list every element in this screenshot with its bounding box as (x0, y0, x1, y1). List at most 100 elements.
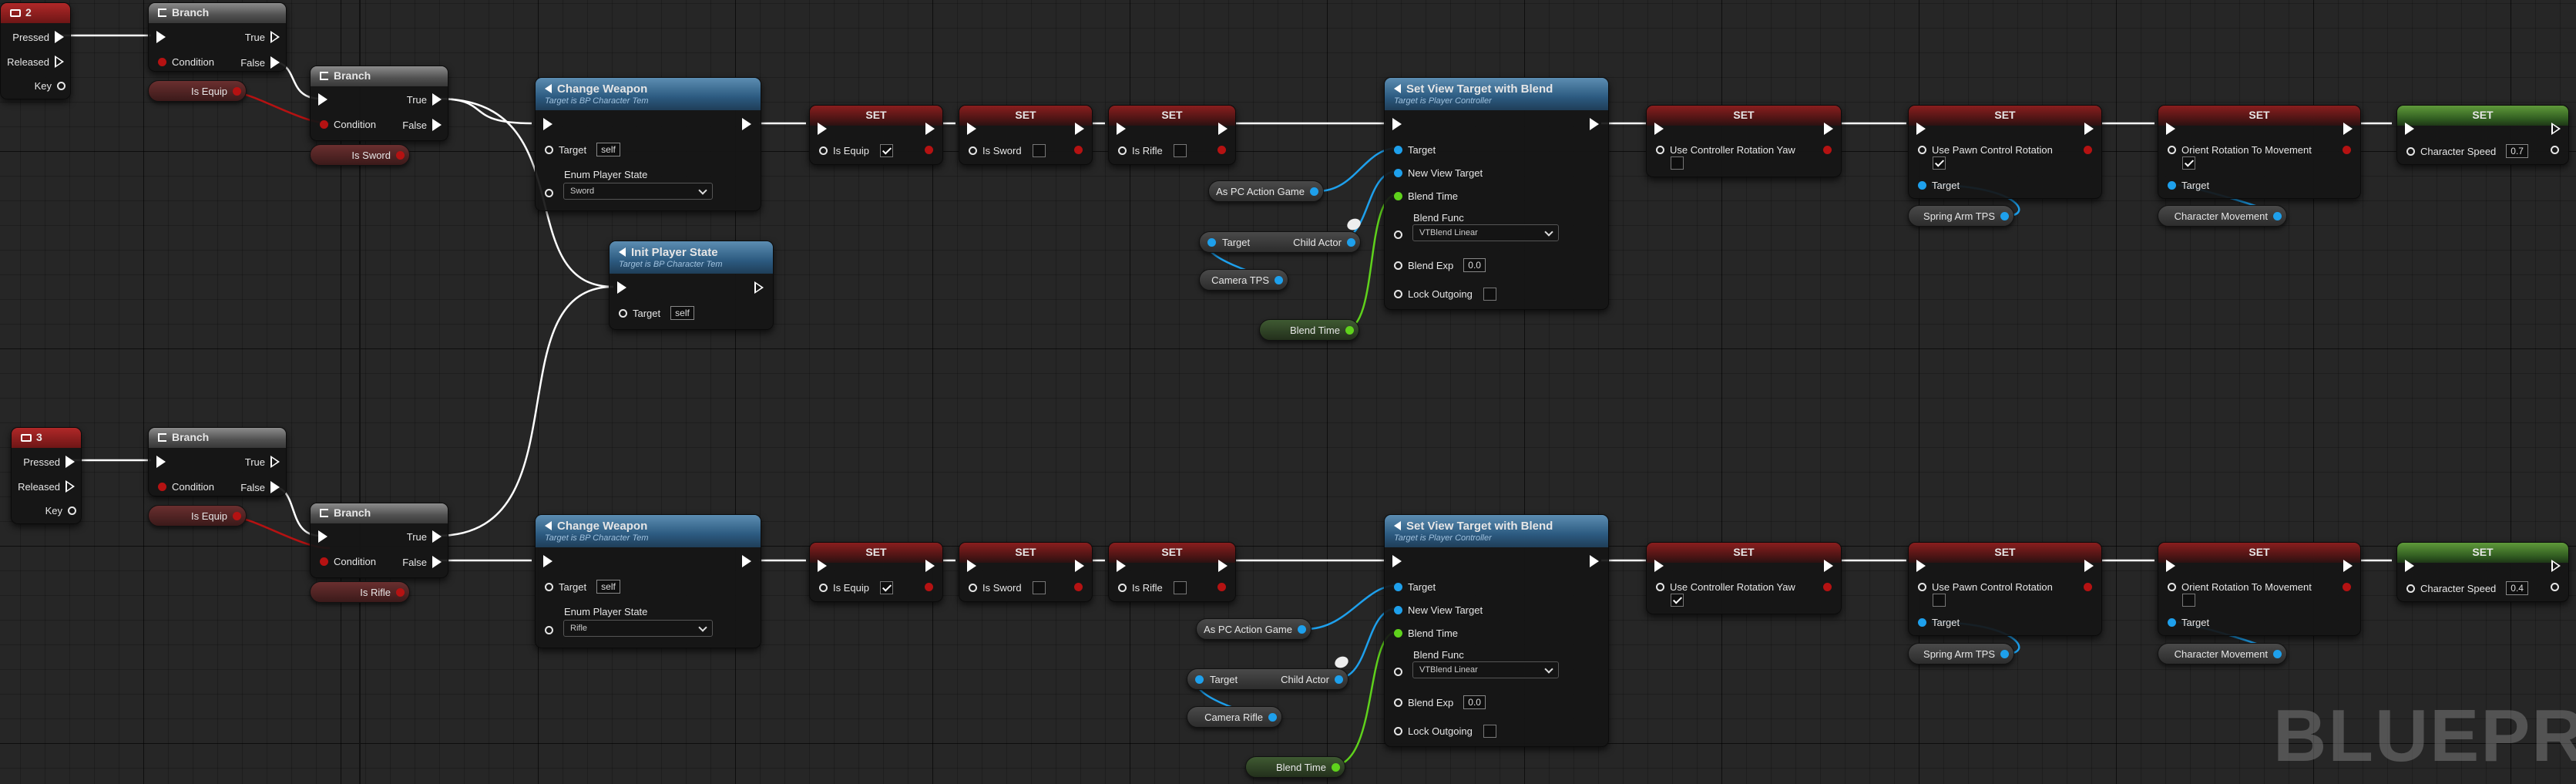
change-weapon-node-1[interactable]: Change Weapon Target is BP Character Tem … (535, 77, 761, 211)
pressed-pin[interactable]: Pressed (18, 456, 75, 468)
use-pawn-control-rotation-pin[interactable]: Use Pawn Control Rotation (1918, 144, 2058, 156)
true-pin[interactable]: True (401, 530, 442, 543)
exec-out-pin[interactable] (2084, 560, 2094, 572)
float-out-pin[interactable] (2551, 146, 2559, 154)
enum-player-state-dropdown[interactable]: Rifle (563, 620, 713, 637)
is-sword-input-pin[interactable]: Is Sword (969, 581, 1046, 594)
blend-time-pin[interactable]: Blend Time (1394, 628, 1463, 639)
child-actor-getter[interactable]: Target Child Actor (1199, 231, 1361, 253)
exec-out-pin[interactable] (1824, 560, 1833, 572)
set-is-equip-node-1[interactable]: SET Is Equip (809, 105, 943, 165)
character-movement-getter[interactable]: Character Movement (2158, 205, 2287, 227)
target-self-box[interactable]: self (596, 143, 620, 156)
set-is-rifle-node-2[interactable]: SET Is Rifle (1108, 542, 1236, 602)
bool-out-pin[interactable] (1217, 583, 1226, 591)
set-is-sword-node-1[interactable]: SET Is Sword (959, 105, 1093, 165)
exec-in-pin[interactable] (818, 560, 827, 572)
use-controller-rotation-yaw-checkbox[interactable] (1671, 156, 1684, 170)
set-is-equip-node-2[interactable]: SET Is Equip (809, 542, 943, 602)
true-pin[interactable]: True (240, 31, 280, 43)
false-pin[interactable]: False (397, 119, 442, 131)
target-pin[interactable]: Target (2168, 180, 2215, 191)
set-view-target-with-blend-node-2[interactable]: Set View Target with Blend Target is Play… (1384, 514, 1609, 747)
target-pin[interactable]: Target self (545, 580, 620, 594)
exec-in-pin[interactable] (2166, 560, 2175, 572)
is-rifle-input-pin[interactable]: Is Rifle (1118, 581, 1187, 594)
lock-outgoing-pin[interactable]: Lock Outgoing (1394, 725, 1496, 738)
released-pin[interactable]: Released (2, 56, 64, 68)
branch-node-2[interactable]: Branch Condition True False (310, 66, 448, 141)
exec-in-pin[interactable] (156, 31, 166, 43)
set-is-rifle-node-1[interactable]: SET Is Rifle (1108, 105, 1236, 165)
orient-rotation-to-movement-checkbox[interactable] (2182, 594, 2195, 607)
blend-func-pin[interactable] (1394, 668, 1402, 676)
blend-time-getter[interactable]: Blend Time (1259, 319, 1359, 341)
bool-out-pin[interactable] (1823, 583, 1832, 591)
exec-in-pin[interactable] (1117, 123, 1126, 135)
target-self-box[interactable]: self (670, 306, 694, 320)
exec-in-pin[interactable] (156, 456, 166, 468)
bool-out-pin[interactable] (2084, 146, 2092, 154)
orient-rotation-to-movement-pin[interactable]: Orient Rotation To Movement (2168, 581, 2317, 593)
character-movement-getter[interactable]: Character Movement (2158, 643, 2287, 665)
blend-time-getter[interactable]: Blend Time (1245, 756, 1345, 778)
blend-func-pin[interactable] (1394, 230, 1402, 239)
set-use-pawn-control-rotation-node-2[interactable]: SET Use Pawn Control Rotation Target (1908, 542, 2102, 636)
character-speed-input[interactable]: 0.4 (2506, 581, 2528, 595)
is-sword-input-pin[interactable]: Is Sword (969, 144, 1046, 157)
exec-in-pin[interactable] (1916, 560, 1926, 572)
is-rifle-input-pin[interactable]: Is Rifle (1118, 144, 1187, 157)
exec-out-pin[interactable] (742, 118, 751, 130)
exec-in-pin[interactable] (543, 555, 552, 567)
set-orient-rotation-to-movement-node-1[interactable]: SET Orient Rotation To Movement Target (2158, 105, 2361, 199)
use-pawn-control-rotation-pin[interactable]: Use Pawn Control Rotation (1918, 581, 2058, 593)
exec-in-pin[interactable] (2405, 560, 2414, 572)
bool-out-pin[interactable] (1074, 583, 1083, 591)
float-out-pin[interactable] (2551, 583, 2559, 591)
exec-out-pin[interactable] (1824, 123, 1833, 135)
bool-out-pin[interactable] (2343, 583, 2351, 591)
lock-outgoing-checkbox[interactable] (1483, 288, 1496, 301)
key-2-event-node[interactable]: 2 Pressed Released Key (0, 2, 71, 99)
character-speed-pin[interactable]: Character Speed 0.4 (2406, 581, 2528, 595)
bool-out-pin[interactable] (925, 146, 933, 154)
exec-out-pin[interactable] (742, 555, 751, 567)
branch-node-3[interactable]: Branch Condition True False (148, 427, 287, 496)
orient-rotation-to-movement-pin[interactable]: Orient Rotation To Movement (2168, 144, 2317, 156)
blend-exp-pin[interactable]: Blend Exp 0.0 (1394, 695, 1486, 709)
exec-out-pin[interactable] (925, 560, 935, 572)
true-pin[interactable]: True (401, 93, 442, 106)
exec-in-pin[interactable] (967, 123, 976, 135)
exec-out-pin[interactable] (1075, 123, 1084, 135)
init-player-state-node[interactable]: Init Player State Target is BP Character … (609, 241, 774, 330)
exec-in-pin[interactable] (318, 530, 327, 543)
set-view-target-with-blend-node-1[interactable]: Set View Target with Blend Target is Play… (1384, 77, 1609, 310)
blend-exp-input[interactable]: 0.0 (1463, 695, 1486, 709)
condition-pin[interactable]: Condition (158, 481, 220, 493)
exec-out-pin[interactable] (2343, 123, 2353, 135)
use-controller-rotation-yaw-pin[interactable]: Use Controller Rotation Yaw (1656, 144, 1801, 156)
is-sword-checkbox[interactable] (1032, 144, 1046, 157)
lock-outgoing-pin[interactable]: Lock Outgoing (1394, 288, 1496, 301)
exec-out-pin[interactable] (2551, 123, 2561, 135)
new-view-target-pin[interactable]: New View Target (1394, 604, 1488, 616)
spring-arm-tps-getter[interactable]: Spring Arm TPS (1908, 205, 2014, 227)
target-pin[interactable]: Target self (545, 143, 620, 156)
exec-in-pin[interactable] (2405, 123, 2414, 135)
exec-in-pin[interactable] (967, 560, 976, 572)
target-pin[interactable]: Target (2168, 617, 2215, 628)
condition-pin[interactable]: Condition (320, 556, 381, 567)
condition-pin[interactable]: Condition (320, 119, 381, 130)
lock-outgoing-checkbox[interactable] (1483, 725, 1496, 738)
false-pin[interactable]: False (235, 481, 280, 493)
exec-in-pin[interactable] (1654, 123, 1664, 135)
blend-exp-input[interactable]: 0.0 (1463, 258, 1486, 272)
key-3-event-node[interactable]: 3 Pressed Released Key (11, 427, 82, 524)
bool-out-pin[interactable] (1217, 146, 1226, 154)
set-character-speed-node-2[interactable]: SET Character Speed 0.4 (2396, 542, 2569, 602)
child-actor-getter[interactable]: Target Child Actor (1187, 668, 1348, 690)
use-controller-rotation-yaw-checkbox[interactable] (1671, 594, 1684, 607)
false-pin[interactable]: False (397, 556, 442, 568)
camera-rifle-getter[interactable]: Camera Rifle (1187, 706, 1282, 728)
use-controller-rotation-yaw-pin[interactable]: Use Controller Rotation Yaw (1656, 581, 1801, 593)
